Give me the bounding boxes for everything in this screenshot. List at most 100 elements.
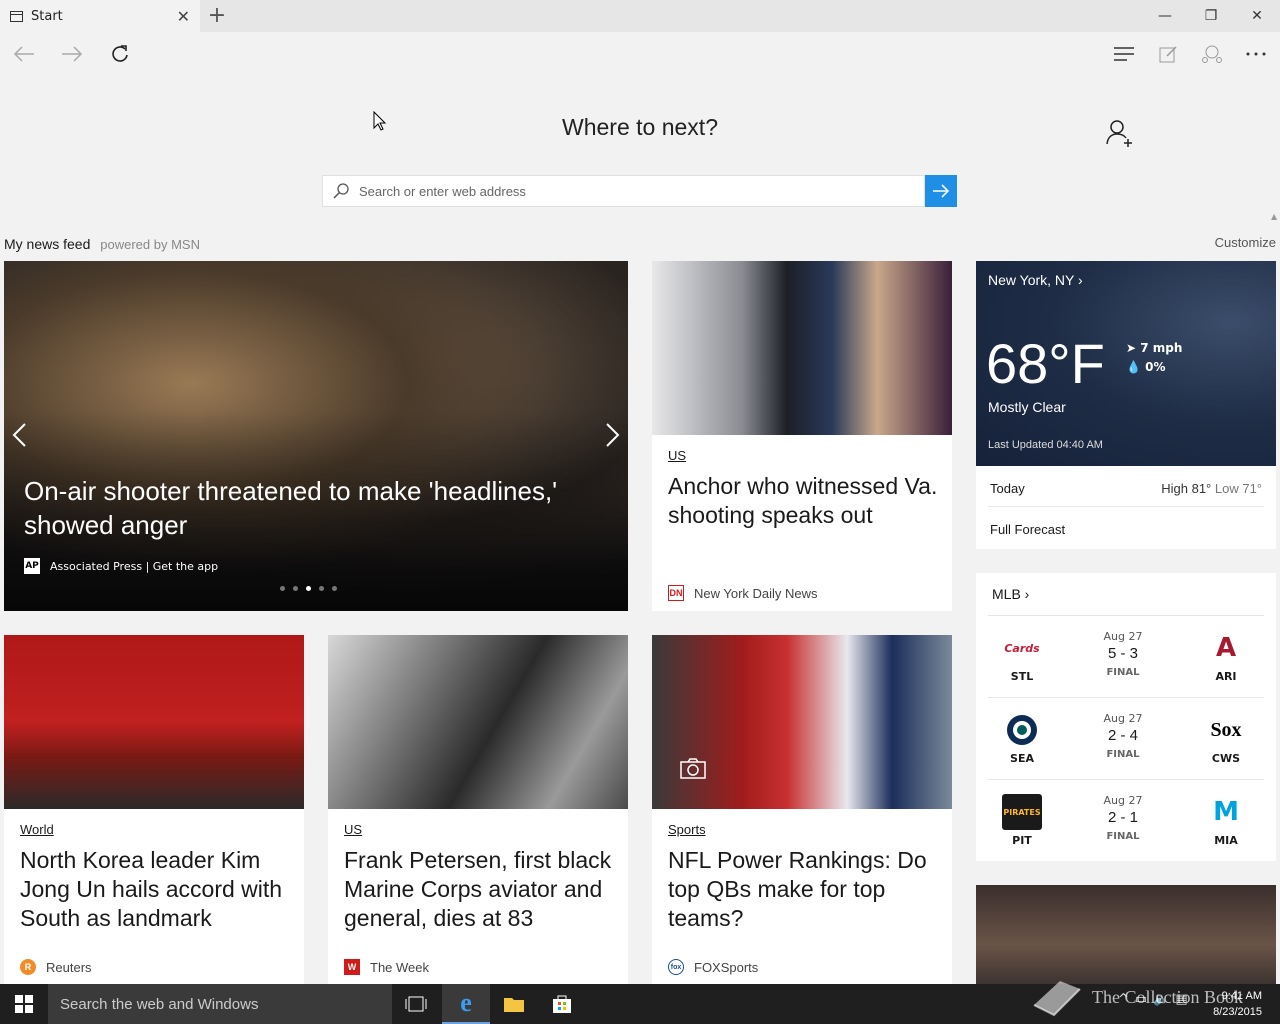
navigation-bar <box>0 32 1280 76</box>
source-logo-icon: fox <box>668 959 684 975</box>
page-heading: Where to next? <box>562 114 718 140</box>
game-score: 5 - 3 <box>1107 645 1138 662</box>
cws-logo-icon: Sox <box>1210 718 1242 741</box>
weather-panel: New York, NY › 68°F ➤ 7 mph 💧 0% Mostly … <box>976 261 1276 466</box>
news-card[interactable]: US Frank Petersen, first black Marine Co… <box>328 635 628 984</box>
today-forecast: Today High 81° Low 71° <box>990 481 1262 496</box>
hub-button[interactable] <box>1108 38 1140 70</box>
article-image <box>652 635 952 809</box>
more-button[interactable] <box>1240 38 1272 70</box>
mlb-title[interactable]: MLB › <box>992 586 1029 602</box>
game-row[interactable]: Cards STL Aug 27 5 - 3 FINAL A ARI <box>988 615 1264 697</box>
divider <box>988 506 1264 507</box>
back-button[interactable] <box>8 38 40 70</box>
mlb-scores-card[interactable]: MLB › Cards STL Aug 27 5 - 3 FINAL A ARI… <box>976 573 1276 861</box>
search-input[interactable] <box>359 177 924 205</box>
tab-title: Start <box>31 8 63 24</box>
news-card[interactable]: World North Korea leader Kim Jong Un hai… <box>4 635 304 984</box>
ari-logo-icon: A <box>1215 633 1237 663</box>
source-label: New York Daily News <box>694 585 818 601</box>
weather-updated: Last Updated 04:40 AM <box>988 439 1103 451</box>
game-date: Aug 27 <box>1103 794 1143 807</box>
weather-temperature: 68°F <box>986 332 1105 395</box>
folder-icon <box>504 998 524 1012</box>
source-logo-icon: R <box>20 959 36 975</box>
game-status: FINAL <box>1106 667 1140 678</box>
carousel-dot[interactable] <box>332 586 337 591</box>
article-source[interactable]: W The Week <box>344 959 429 975</box>
forward-button[interactable] <box>56 38 88 70</box>
customize-link[interactable]: Customize <box>1215 235 1276 250</box>
taskbar-search[interactable]: Search the web and Windows <box>48 984 392 1024</box>
today-label: Today <box>990 481 1025 496</box>
article-image <box>4 635 304 809</box>
precipitation: 💧 0% <box>1126 360 1166 374</box>
article-category[interactable]: US <box>344 822 362 837</box>
carousel-dot[interactable] <box>280 586 285 591</box>
more-icon <box>1246 52 1266 56</box>
hub-icon <box>1114 47 1134 61</box>
news-card[interactable]: Sports NFL Power Rankings: Do top QBs ma… <box>652 635 952 984</box>
tab-start[interactable]: Start ✕ <box>0 0 200 32</box>
sea-logo-icon <box>1002 712 1042 748</box>
article-title[interactable]: NFL Power Rankings: Do top QBs make for … <box>668 846 940 933</box>
edge-button[interactable]: e <box>442 984 490 1024</box>
hero-source-label: Associated Press | Get the app <box>50 559 219 573</box>
carousel-next-icon[interactable] <box>606 421 620 454</box>
mia-logo-icon: M <box>1213 797 1239 827</box>
address-search-box[interactable] <box>322 175 925 207</box>
wind-speed: ➤ 7 mph <box>1126 341 1183 355</box>
carousel-prev-icon[interactable] <box>12 421 26 454</box>
weather-card[interactable]: New York, NY › 68°F ➤ 7 mph 💧 0% Mostly … <box>976 261 1276 549</box>
article-title[interactable]: Frank Petersen, first black Marine Corps… <box>344 846 616 933</box>
article-source[interactable]: DN New York Daily News <box>668 585 818 601</box>
today-high: High 81° <box>1161 481 1212 496</box>
game-row[interactable]: SEA Aug 27 2 - 4 FINAL Sox CWS <box>988 697 1264 779</box>
article-source[interactable]: R Reuters <box>20 959 92 975</box>
store-button[interactable] <box>538 984 586 1024</box>
hero-source[interactable]: AP Associated Press | Get the app <box>24 558 218 574</box>
article-source[interactable]: fox FOXSports <box>668 959 758 975</box>
full-forecast-link[interactable]: Full Forecast <box>990 522 1262 537</box>
web-note-button[interactable] <box>1152 38 1184 70</box>
hero-headline[interactable]: On-air shooter threatened to make 'headl… <box>24 474 614 542</box>
home-team: PIT <box>1012 834 1032 847</box>
away-team: ARI <box>1215 670 1237 683</box>
title-bar: Start ✕ + — ❐ ✕ <box>0 0 1280 32</box>
close-window-button[interactable]: ✕ <box>1234 0 1280 32</box>
file-explorer-button[interactable] <box>490 984 538 1024</box>
share-button[interactable] <box>1196 38 1228 70</box>
hero-article[interactable]: On-air shooter threatened to make 'headl… <box>4 261 628 611</box>
carousel-dot[interactable] <box>293 586 298 591</box>
scrollbar-up-arrow[interactable]: ▲ <box>1271 212 1280 226</box>
article-title[interactable]: North Korea leader Kim Jong Un hails acc… <box>20 846 292 933</box>
article-category[interactable]: US <box>668 448 686 463</box>
carousel-dot-active[interactable] <box>306 586 311 591</box>
add-person-icon[interactable] <box>1104 118 1134 148</box>
pit-logo-icon: PIRATES <box>1002 794 1042 830</box>
weather-city[interactable]: New York, NY › <box>988 272 1083 288</box>
article-category[interactable]: Sports <box>668 822 706 837</box>
new-tab-button[interactable]: + <box>206 3 228 28</box>
game-status: FINAL <box>1106 749 1140 760</box>
minimize-button[interactable]: — <box>1142 0 1188 32</box>
game-row[interactable]: PIRATES PIT Aug 27 2 - 1 FINAL M MIA <box>988 779 1264 861</box>
back-arrow-icon <box>13 46 34 62</box>
refresh-button[interactable] <box>104 38 136 70</box>
restore-button[interactable]: ❐ <box>1188 0 1234 32</box>
home-team: SEA <box>1010 752 1034 765</box>
game-status: FINAL <box>1106 831 1140 842</box>
go-button[interactable] <box>925 175 957 207</box>
article-title[interactable]: Anchor who witnessed Va. shooting speaks… <box>668 472 940 530</box>
search-icon <box>323 183 359 199</box>
game-promo-card[interactable] <box>976 885 1276 984</box>
article-category[interactable]: World <box>20 822 54 837</box>
stl-logo-icon: Cards <box>1004 641 1040 655</box>
start-button[interactable] <box>0 984 48 1024</box>
page-icon <box>10 10 23 22</box>
close-tab-icon[interactable]: ✕ <box>177 7 190 26</box>
carousel-dot[interactable] <box>319 586 324 591</box>
task-view-button[interactable] <box>392 984 440 1024</box>
news-card[interactable]: US Anchor who witnessed Va. shooting spe… <box>652 261 952 611</box>
share-icon <box>1202 45 1222 63</box>
